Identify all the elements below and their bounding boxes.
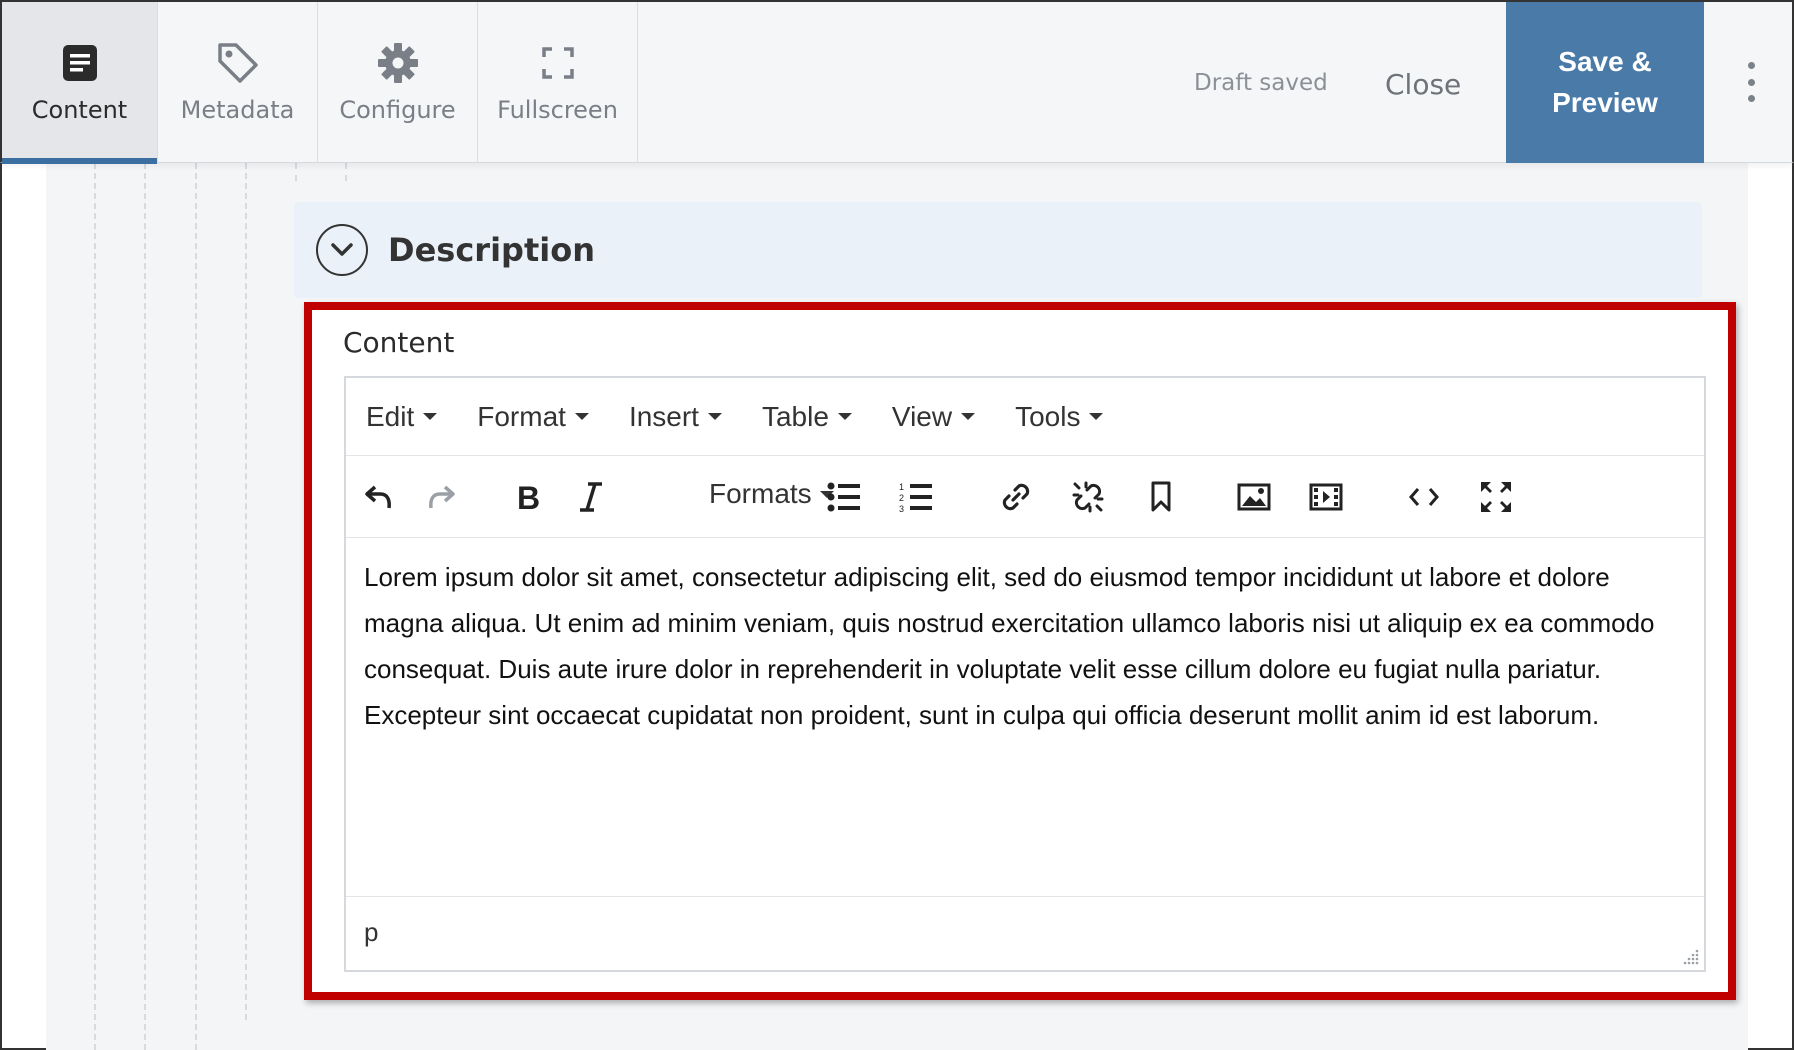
chevron-down-icon: [331, 243, 353, 256]
redo-icon[interactable]: [416, 472, 466, 522]
nesting-guide: [195, 163, 197, 1050]
media-icon[interactable]: [1301, 472, 1351, 522]
source-code-icon[interactable]: [1399, 472, 1449, 522]
menu-tools-label: Tools: [1015, 400, 1081, 432]
section-title: Description: [388, 231, 595, 269]
menu-edit[interactable]: Edit: [366, 400, 438, 433]
tab-metadata-label: Metadata: [180, 96, 295, 124]
bookmark-icon[interactable]: [1136, 472, 1186, 522]
fullscreen-icon: [541, 42, 574, 84]
element-path[interactable]: p: [364, 917, 378, 948]
tab-metadata[interactable]: Metadata: [158, 2, 318, 163]
collapse-toggle[interactable]: [316, 224, 368, 276]
caret-down-icon: [961, 413, 976, 420]
tab-configure[interactable]: Configure: [318, 2, 478, 163]
menu-tools[interactable]: Tools: [1015, 400, 1104, 433]
save-preview-label-line2: Preview: [1552, 86, 1658, 118]
save-preview-button[interactable]: Save & Preview: [1506, 2, 1704, 163]
top-toolbar: Content Metadata Configure Fullscreen Dr…: [0, 0, 1794, 164]
formats-dropdown[interactable]: Formats: [709, 478, 834, 510]
numbered-list-icon[interactable]: 123: [891, 472, 941, 522]
tab-content-label: Content: [31, 96, 128, 124]
menu-edit-label: Edit: [366, 400, 415, 432]
editor-toolbar: B Formats 123: [346, 456, 1704, 538]
nesting-guide: [245, 163, 247, 1020]
menu-format-label: Format: [477, 400, 566, 432]
link-icon[interactable]: [991, 472, 1041, 522]
editor-statusbar: p: [346, 896, 1704, 970]
menu-format[interactable]: Format: [477, 401, 589, 433]
bullet-list-icon[interactable]: [819, 472, 869, 522]
menu-table-label: Table: [761, 400, 829, 432]
menu-table[interactable]: Table: [762, 401, 852, 433]
unlink-icon[interactable]: [1063, 472, 1113, 522]
section-header[interactable]: Description: [294, 202, 1702, 298]
content-field-label: Content: [343, 326, 455, 359]
menu-view-label: View: [891, 400, 953, 432]
editor-body[interactable]: Lorem ipsum dolor sit amet, consectetur …: [364, 554, 1684, 738]
fullscreen-icon[interactable]: [1471, 472, 1521, 522]
more-options-icon[interactable]: [1736, 62, 1766, 102]
svg-text:3: 3: [899, 504, 904, 513]
document-icon: [62, 42, 98, 84]
resize-handle-icon[interactable]: [1680, 946, 1700, 966]
bold-icon[interactable]: B: [503, 472, 553, 522]
undo-icon[interactable]: [354, 472, 404, 522]
menu-insert-label: Insert: [628, 400, 699, 432]
caret-down-icon: [574, 413, 589, 420]
formats-label: Formats: [709, 478, 812, 509]
menu-insert[interactable]: Insert: [629, 401, 722, 433]
caret-down-icon: [423, 413, 438, 420]
caret-down-icon: [1089, 413, 1104, 420]
tag-icon: [216, 42, 260, 84]
nesting-guide: [345, 163, 347, 181]
nesting-guide: [94, 163, 96, 1050]
svg-text:2: 2: [899, 493, 904, 503]
tab-fullscreen-label: Fullscreen: [497, 96, 618, 124]
italic-icon[interactable]: [566, 472, 616, 522]
nesting-guide: [144, 163, 146, 1050]
draft-status: Draft saved: [1194, 70, 1328, 96]
caret-down-icon: [707, 413, 722, 420]
close-button[interactable]: Close: [1385, 68, 1461, 101]
gear-icon: [377, 42, 419, 84]
tab-configure-label: Configure: [339, 96, 456, 124]
tab-content[interactable]: Content: [2, 2, 158, 164]
caret-down-icon: [837, 413, 852, 420]
tab-fullscreen[interactable]: Fullscreen: [478, 2, 638, 163]
rich-text-editor: Edit Format Insert Table View Tools B Fo…: [344, 376, 1706, 972]
menu-view[interactable]: View: [891, 400, 976, 433]
editor-menubar: Edit Format Insert Table View Tools: [346, 378, 1704, 456]
image-icon[interactable]: [1229, 472, 1279, 522]
svg-text:1: 1: [899, 482, 904, 492]
nesting-guide: [295, 163, 297, 181]
svg-text:B: B: [517, 482, 540, 512]
save-preview-label-line1: Save &: [1558, 45, 1652, 77]
